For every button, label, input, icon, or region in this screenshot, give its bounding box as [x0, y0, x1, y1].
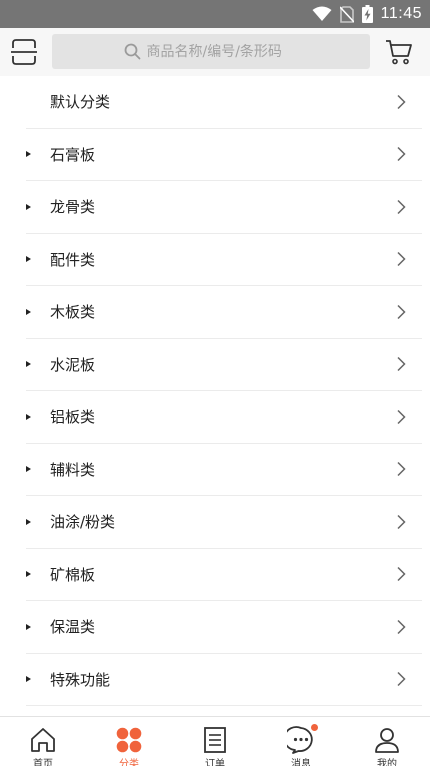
category-label: 油涂/粉类: [50, 513, 116, 532]
category-label: 铝板类: [50, 408, 96, 427]
chevron-right-icon: [397, 252, 406, 267]
bottom-tab-bar: 首页 分类 订单 消息 我的: [0, 716, 430, 766]
tab-label: 消息: [291, 759, 311, 766]
chevron-right-icon: [397, 357, 406, 372]
search-icon: [124, 43, 140, 60]
no-sim-icon: [339, 5, 354, 23]
category-row[interactable]: 油涂/粉类: [26, 496, 422, 549]
search-input[interactable]: [146, 43, 299, 60]
expand-caret-icon[interactable]: [26, 571, 31, 578]
tab-order[interactable]: 订单: [172, 717, 258, 766]
category-row[interactable]: 特殊功能: [26, 654, 422, 706]
message-icon: [283, 726, 313, 754]
chevron-right-icon: [397, 514, 406, 529]
scan-icon: [11, 39, 37, 65]
expand-caret-icon[interactable]: [26, 308, 31, 315]
category-row[interactable]: 默认分类: [26, 76, 422, 129]
category-label: 辅料类: [50, 460, 96, 479]
tab-profile[interactable]: 我的: [344, 717, 430, 766]
category-label: 配件类: [50, 250, 96, 269]
expand-caret-icon[interactable]: [26, 676, 31, 683]
order-icon: [204, 727, 226, 753]
tab-label: 首页: [33, 759, 53, 766]
tab-category[interactable]: 分类: [86, 717, 172, 766]
chevron-right-icon: [397, 304, 406, 319]
category-list: 默认分类石膏板龙骨类配件类木板类水泥板铝板类辅料类油涂/粉类矿棉板保温类特殊功能: [0, 76, 430, 716]
tab-label: 我的: [377, 759, 397, 766]
category-label: 特殊功能: [50, 670, 111, 689]
profile-icon: [375, 728, 399, 753]
category-label: 水泥板: [50, 355, 96, 374]
tab-message[interactable]: 消息: [258, 717, 344, 766]
expand-caret-icon[interactable]: [26, 151, 31, 158]
category-label: 木板类: [50, 303, 96, 322]
category-row[interactable]: 保温类: [26, 601, 422, 654]
expand-caret-icon[interactable]: [26, 413, 31, 420]
tab-home[interactable]: 首页: [0, 717, 86, 766]
expand-caret-icon[interactable]: [26, 203, 31, 210]
status-bar: 11:45: [0, 0, 430, 28]
home-icon: [31, 728, 55, 752]
category-row[interactable]: 铝板类: [26, 391, 422, 444]
cart-icon: [386, 40, 412, 65]
category-icon: [116, 727, 142, 753]
expand-caret-icon[interactable]: [26, 623, 31, 630]
cart-button[interactable]: [385, 38, 413, 66]
category-row[interactable]: 水泥板: [26, 339, 422, 391]
chevron-right-icon: [397, 567, 406, 582]
category-row[interactable]: 矿棉板: [26, 549, 422, 601]
category-label: 保温类: [50, 618, 96, 637]
category-row[interactable]: 龙骨类: [26, 181, 422, 234]
expand-caret-icon[interactable]: [26, 518, 31, 525]
battery-charging-icon: [361, 5, 373, 23]
status-time: 11:45: [380, 5, 422, 22]
category-row[interactable]: 辅料类: [26, 444, 422, 496]
category-label: 矿棉板: [50, 565, 96, 584]
chevron-right-icon: [397, 409, 406, 424]
tab-label: 分类: [119, 759, 139, 766]
header: [0, 28, 430, 76]
category-row[interactable]: 木板类: [26, 286, 422, 339]
chevron-right-icon: [397, 199, 406, 214]
category-row[interactable]: 石膏板: [26, 129, 422, 181]
category-label: 龙骨类: [50, 198, 96, 217]
tab-label: 订单: [205, 759, 225, 766]
wifi-icon: [312, 6, 332, 21]
scan-button[interactable]: [11, 38, 37, 66]
chevron-right-icon: [397, 619, 406, 634]
search-box[interactable]: [52, 34, 370, 69]
expand-caret-icon[interactable]: [26, 466, 31, 473]
chevron-right-icon: [397, 147, 406, 162]
category-row[interactable]: 配件类: [26, 234, 422, 286]
chevron-right-icon: [397, 94, 406, 109]
message-badge-dot: [311, 724, 318, 731]
chevron-right-icon: [397, 462, 406, 477]
expand-caret-icon[interactable]: [26, 256, 31, 263]
category-label: 石膏板: [50, 145, 96, 164]
chevron-right-icon: [397, 672, 406, 687]
category-label: 默认分类: [50, 93, 111, 112]
expand-caret-icon[interactable]: [26, 361, 31, 368]
